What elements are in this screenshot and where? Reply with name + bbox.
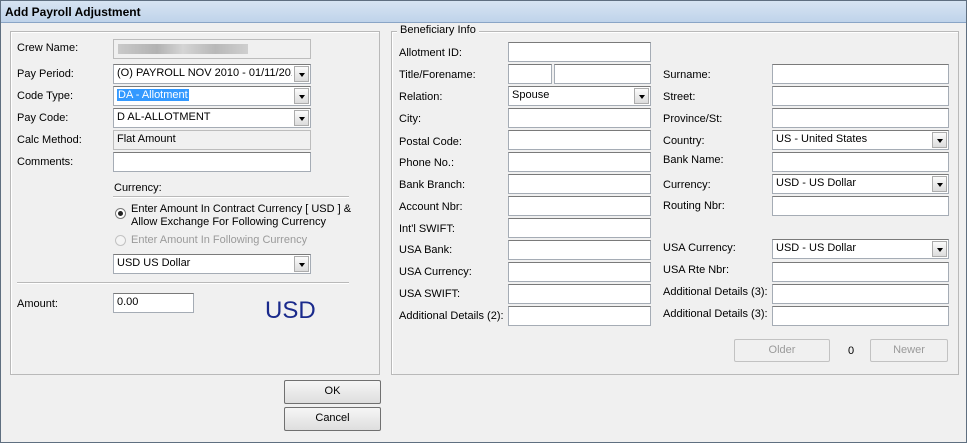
postal-code-label: Postal Code: — [399, 136, 462, 148]
relation-select[interactable]: Spouse — [508, 86, 651, 106]
divider — [113, 196, 349, 198]
chevron-down-icon[interactable] — [294, 88, 309, 104]
currency-code-display: USD — [265, 297, 316, 324]
surname-input[interactable] — [772, 64, 949, 84]
country-select[interactable]: US - United States — [772, 130, 949, 150]
beneficiary-info-legend: Beneficiary Info — [397, 24, 479, 36]
intl-swift-input[interactable] — [508, 218, 651, 238]
usa-rte-nbr-label: USA Rte Nbr: — [663, 264, 730, 276]
comments-label: Comments: — [17, 156, 74, 168]
usa-currency-input[interactable] — [508, 262, 651, 282]
currency-right-select[interactable]: USD - US Dollar — [772, 174, 949, 194]
payroll-adjustment-dialog: Add Payroll Adjustment Crew Name: Pay Pe… — [0, 0, 967, 443]
amount-input[interactable]: 0.00 — [113, 293, 194, 313]
intl-swift-label: Int'l SWIFT: — [399, 223, 455, 235]
pay-period-select[interactable]: (O) PAYROLL NOV 2010 - 01/11/2010 — [113, 64, 311, 84]
record-counter: 0 — [848, 345, 855, 357]
pay-period-value: (O) PAYROLL NOV 2010 - 01/11/2010 — [117, 67, 292, 79]
additional-details-3a-label: Additional Details (3): — [663, 286, 768, 298]
usa-currency-right-value: USD - US Dollar — [776, 242, 857, 254]
routing-nbr-label: Routing Nbr: — [663, 200, 725, 212]
province-label: Province/St: — [663, 113, 723, 125]
title-input[interactable] — [508, 64, 552, 84]
pay-code-value: D AL-ALLOTMENT — [117, 111, 211, 123]
allotment-id-input[interactable] — [508, 42, 651, 62]
chevron-down-icon[interactable] — [932, 176, 947, 192]
window-title: Add Payroll Adjustment — [5, 5, 141, 19]
usa-currency-right-select[interactable]: USD - US Dollar — [772, 239, 949, 259]
street-label: Street: — [663, 91, 696, 103]
usa-swift-input[interactable] — [508, 284, 651, 304]
city-label: City: — [399, 113, 421, 125]
pay-period-label: Pay Period: — [17, 68, 74, 80]
bank-name-label: Bank Name: — [663, 154, 724, 166]
bank-branch-input[interactable] — [508, 174, 651, 194]
allotment-id-label: Allotment ID: — [399, 47, 462, 59]
chevron-down-icon[interactable] — [634, 88, 649, 104]
surname-label: Surname: — [663, 69, 711, 81]
radio-contract-currency-label[interactable]: Enter Amount In Contract Currency [ USD … — [131, 203, 351, 215]
comments-input[interactable] — [113, 152, 311, 172]
bank-name-input[interactable] — [772, 152, 949, 172]
forename-input[interactable] — [554, 64, 651, 84]
street-input[interactable] — [772, 86, 949, 106]
bank-branch-label: Bank Branch: — [399, 179, 466, 191]
currency-right-label: Currency: — [663, 179, 711, 191]
chevron-down-icon[interactable] — [932, 241, 947, 257]
currency-select-value: USD US Dollar — [117, 257, 191, 269]
chevron-down-icon[interactable] — [932, 132, 947, 148]
usa-currency-right-label: USA Currency: — [663, 242, 736, 254]
title-bar: Add Payroll Adjustment — [1, 1, 966, 23]
account-nbr-input[interactable] — [508, 196, 651, 216]
additional-details-2-input[interactable] — [508, 306, 651, 326]
currency-right-value: USD - US Dollar — [776, 177, 857, 189]
relation-label: Relation: — [399, 91, 443, 103]
pay-code-label: Pay Code: — [17, 112, 69, 124]
usa-swift-label: USA SWIFT: — [399, 288, 461, 300]
cancel-button[interactable]: Cancel — [284, 407, 381, 431]
usa-currency-label: USA Currency: — [399, 266, 472, 278]
usa-bank-label: USA Bank: — [399, 244, 453, 256]
currency-select[interactable]: USD US Dollar — [113, 254, 311, 274]
chevron-down-icon[interactable] — [294, 110, 309, 126]
crew-name-field — [113, 39, 311, 59]
redacted-name-blur — [118, 44, 248, 54]
title-forename-label: Title/Forename: — [399, 69, 476, 81]
city-input[interactable] — [508, 108, 651, 128]
crew-name-label: Crew Name: — [17, 42, 79, 54]
newer-button[interactable]: Newer — [870, 339, 948, 362]
currency-label: Currency: — [114, 182, 162, 194]
postal-code-input[interactable] — [508, 130, 651, 150]
code-type-value: DA - Allotment — [117, 89, 189, 101]
older-button[interactable]: Older — [734, 339, 830, 362]
phone-input[interactable] — [508, 152, 651, 172]
divider — [17, 282, 349, 284]
province-input[interactable] — [772, 108, 949, 128]
calc-method-field: Flat Amount — [113, 130, 311, 150]
usa-rte-nbr-input[interactable] — [772, 262, 949, 282]
radio-following-currency-label[interactable]: Enter Amount In Following Currency — [131, 234, 307, 246]
additional-details-3a-input[interactable] — [772, 284, 949, 304]
additional-details-3b-label: Additional Details (3): — [663, 308, 768, 320]
routing-nbr-input[interactable] — [772, 196, 949, 216]
relation-value: Spouse — [512, 89, 550, 101]
country-label: Country: — [663, 135, 705, 147]
pay-code-select[interactable]: D AL-ALLOTMENT — [113, 108, 311, 128]
usa-bank-input[interactable] — [508, 240, 651, 260]
country-value: US - United States — [776, 133, 868, 145]
amount-label: Amount: — [17, 298, 58, 310]
code-type-label: Code Type: — [17, 90, 74, 102]
phone-label: Phone No.: — [399, 157, 455, 169]
additional-details-3b-input[interactable] — [772, 306, 949, 326]
code-type-select[interactable]: DA - Allotment — [113, 86, 311, 106]
account-nbr-label: Account Nbr: — [399, 201, 463, 213]
radio-contract-currency[interactable] — [115, 208, 126, 219]
chevron-down-icon[interactable] — [294, 66, 309, 82]
calc-method-label: Calc Method: — [17, 134, 82, 146]
radio-contract-currency-label-2[interactable]: Allow Exchange For Following Currency — [131, 216, 326, 228]
additional-details-2-label: Additional Details (2): — [399, 310, 504, 322]
ok-button[interactable]: OK — [284, 380, 381, 404]
radio-following-currency[interactable] — [115, 235, 126, 246]
chevron-down-icon[interactable] — [294, 256, 309, 272]
